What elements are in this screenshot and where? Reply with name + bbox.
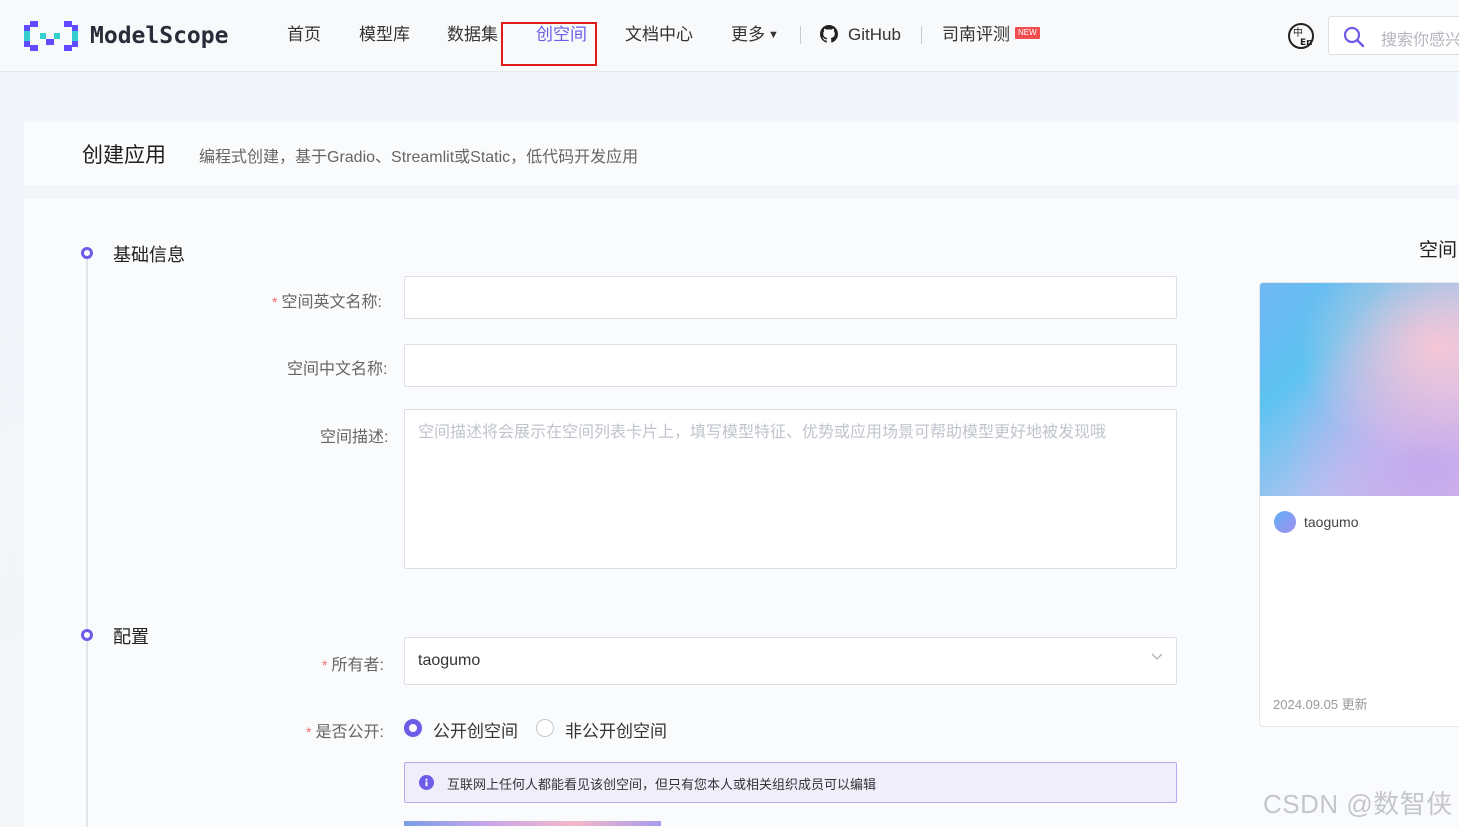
logo-text: ModelScope (90, 23, 229, 49)
nav-home[interactable]: 首页 (287, 24, 321, 46)
nav-datasets[interactable]: 数据集 (447, 24, 498, 46)
chevron-down-icon (1151, 653, 1163, 660)
label-visibility: * 是否公开: (306, 718, 384, 742)
section-title-config: 配置 (113, 627, 149, 647)
label-colon: : (377, 294, 382, 311)
label-colon: : (384, 429, 389, 446)
logo[interactable]: ModelScope (24, 20, 228, 52)
nav-divider (800, 26, 801, 44)
search-placeholder: 搜索你感兴趣 (1381, 32, 1459, 49)
new-badge: NEW (1015, 27, 1040, 39)
public-radio[interactable] (404, 719, 422, 737)
preview-card: taogumo 2024.09.05 更新 (1259, 282, 1459, 727)
preview-cover-image (1260, 283, 1459, 496)
page-subtitle: 编程式创建，基于Gradio、Streamlit或Static，低代码开发应用 (199, 149, 639, 166)
page-header: 创建应用 编程式创建，基于Gradio、Streamlit或Static，低代码… (24, 122, 1459, 185)
private-radio-label[interactable]: 非公开创空间 (565, 717, 667, 742)
owner-select-value: taogumo (418, 652, 481, 669)
modelscope-logo-icon (24, 21, 78, 51)
timeline-line (86, 259, 88, 827)
nav-evaluation[interactable]: 司南评测 NEW (942, 24, 1040, 46)
label-owner: * 所有者: (322, 651, 384, 675)
nav-models[interactable]: 模型库 (359, 24, 410, 46)
en-name-input[interactable] (404, 276, 1177, 319)
nav-more[interactable]: 更多 ▼ (731, 24, 779, 46)
top-navigation: ModelScope 首页 模型库 数据集 创空间 文档中心 更多 ▼ GitHu… (0, 0, 1459, 72)
section-title-basic: 基础信息 (113, 245, 185, 265)
description-placeholder: 空间描述将会展示在空间列表卡片上，填写模型特征、优势或应用场景可帮助模型更好地被… (418, 424, 1107, 441)
label-en-name-text: 空间英文名称 (281, 294, 378, 311)
caret-down-icon: ▼ (768, 29, 779, 41)
label-colon: : (379, 657, 384, 674)
preview-update-date: 2024.09.05 更新 (1273, 697, 1368, 712)
nav-divider (921, 26, 922, 44)
gradient-strip (404, 821, 661, 826)
label-cn-name-text: 空间中文名称 (287, 361, 384, 378)
github-icon (820, 25, 838, 43)
nav-more-label: 更多 (731, 25, 765, 44)
nav-evaluation-label: 司南评测 (942, 25, 1010, 44)
search-box[interactable]: 搜索你感兴趣 (1328, 16, 1459, 55)
description-textarea[interactable]: 空间描述将会展示在空间列表卡片上，填写模型特征、优势或应用场景可帮助模型更好地被… (404, 409, 1177, 569)
timeline-dot (81, 247, 93, 259)
cn-name-input[interactable] (404, 344, 1177, 387)
owner-select[interactable]: taogumo (404, 637, 1177, 685)
highlight-box (501, 22, 597, 66)
page-title: 创建应用 (82, 144, 166, 167)
info-icon (419, 775, 434, 790)
label-visibility-text: 是否公开 (315, 724, 380, 741)
preview-owner-name: taogumo (1304, 514, 1359, 530)
visibility-info-alert: 互联网上任何人都能看见该创空间，但只有您本人或相关组织成员可以编辑 (404, 762, 1177, 803)
create-app-form: 基础信息 * 空间英文名称: 空间中文名称: 空间描述: 空间描述将会展示在空间列… (24, 199, 1459, 827)
required-mark: * (322, 657, 328, 673)
label-colon: : (379, 724, 384, 741)
label-description: 空间描述: (320, 423, 388, 447)
search-icon (1343, 26, 1365, 48)
label-owner-text: 所有者 (331, 657, 380, 674)
svg-text:En: En (1300, 38, 1313, 48)
avatar (1274, 511, 1296, 533)
required-mark: * (306, 724, 312, 740)
language-switch-icon[interactable]: 中 En (1286, 21, 1316, 51)
nav-github[interactable]: GitHub (820, 24, 901, 46)
nav-github-label: GitHub (848, 25, 901, 44)
preview-title: 空间 (1419, 240, 1458, 261)
label-colon: : (383, 361, 388, 378)
private-radio[interactable] (536, 719, 554, 737)
nav-docs[interactable]: 文档中心 (625, 24, 693, 46)
label-description-text: 空间描述 (320, 429, 385, 446)
label-en-name: * 空间英文名称: (272, 288, 382, 312)
required-mark: * (272, 294, 278, 310)
public-radio-label[interactable]: 公开创空间 (433, 717, 518, 742)
watermark: CSDN @数智侠 (1263, 789, 1453, 819)
visibility-info-text: 互联网上任何人都能看见该创空间，但只有您本人或相关组织成员可以编辑 (447, 777, 877, 792)
label-cn-name: 空间中文名称: (287, 355, 387, 379)
timeline-dot (81, 629, 93, 641)
